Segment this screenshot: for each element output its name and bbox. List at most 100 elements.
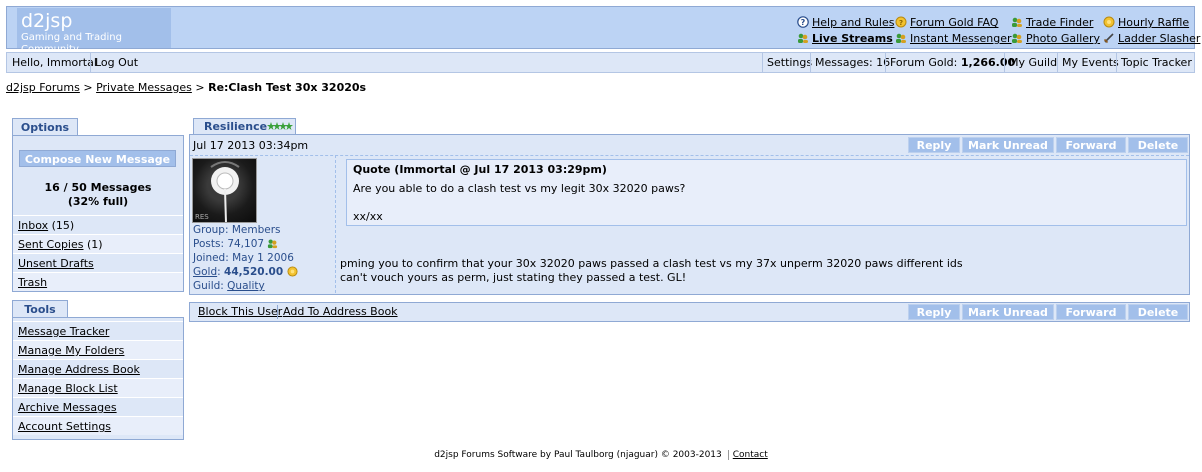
sidebar-item-inbox[interactable]: Inbox (15) (13, 215, 183, 234)
forward-button[interactable]: Forward (1056, 304, 1126, 320)
tool-label: Manage Address Book (18, 363, 140, 376)
inbox-label: Inbox (18, 219, 49, 232)
tool-label: Message Tracker (18, 325, 110, 338)
user-gold-value: 44,520.00 (224, 266, 284, 278)
photo-gallery-link[interactable]: Photo Gallery (1011, 32, 1100, 46)
mark-unread-button[interactable]: Mark Unread (962, 304, 1054, 320)
sword-icon (1103, 33, 1114, 44)
author-name: Resilience (204, 120, 268, 133)
user-guild-link[interactable]: Quality (227, 280, 265, 292)
message-panel: Jul 17 2013 03:34pm Reply Mark Unread Fo… (189, 134, 1190, 295)
users-icon (798, 33, 808, 43)
logout-link[interactable]: Log Out (90, 53, 142, 72)
trash-label: Trash (18, 276, 48, 289)
sidebar-item-manage-block-list[interactable]: Manage Block List (13, 378, 183, 397)
message-body-line: can't vouch yours as perm, just stating … (340, 271, 687, 284)
user-joined: Joined: May 1 2006 (193, 252, 294, 264)
user-guild-label: Guild: (193, 280, 228, 292)
breadcrumb-separator: > (79, 81, 97, 94)
compose-new-message-button[interactable]: Compose New Message (19, 150, 176, 167)
divider (190, 155, 1189, 156)
reply-button[interactable]: Reply (908, 304, 960, 320)
reply-button[interactable]: Reply (908, 137, 960, 153)
user-posts-text: Posts: 74,107 (193, 238, 265, 250)
message-date: Jul 17 2013 03:34pm (193, 139, 309, 152)
forum-gold-link[interactable]: Forum Gold: 1,266.00 (885, 53, 1019, 72)
sidebar-item-unsent-drafts[interactable]: Unsent Drafts (13, 253, 183, 272)
message-author-tab[interactable]: Resilience (193, 118, 296, 134)
user-guild: Guild: Quality (193, 280, 265, 292)
users-icon (896, 33, 906, 43)
page-footer: d2jsp Forums Software by Paul Taulborg (… (0, 450, 1202, 460)
trade-finder-link[interactable]: Trade Finder (1011, 16, 1093, 30)
sidebar-item-sent-copies[interactable]: Sent Copies (1) (13, 234, 183, 253)
gold-coin-icon: ? (895, 16, 907, 28)
rank-stars-icon (267, 122, 294, 130)
delete-button[interactable]: Delete (1128, 304, 1188, 320)
help-icon: ? (797, 16, 809, 28)
site-header: d2jsp Gaming and Trading Community ? Help… (6, 6, 1200, 58)
settings-link[interactable]: Settings (762, 53, 816, 72)
tab-options[interactable]: Options (12, 118, 78, 136)
user-gold: Gold: 44,520.00 (193, 266, 298, 278)
sidebar-item-message-tracker[interactable]: Message Tracker (13, 321, 183, 340)
divider (277, 305, 278, 319)
help-link[interactable]: ? Help and Rules (797, 16, 894, 30)
my-events-link[interactable]: My Events (1057, 53, 1123, 72)
forward-button[interactable]: Forward (1056, 137, 1126, 153)
sidebar-item-manage-folders[interactable]: Manage My Folders (13, 340, 183, 359)
mark-unread-button[interactable]: Mark Unread (962, 137, 1054, 153)
sidebar-item-trash[interactable]: Trash (13, 272, 183, 291)
live-streams-link[interactable]: Live Streams (797, 32, 893, 46)
avatar-label: RES (195, 213, 209, 221)
quote-block: Quote (Immortal @ Jul 17 2013 03:29pm) A… (346, 159, 1187, 226)
tool-label: Account Settings (18, 420, 112, 433)
ladder-slasher-link[interactable]: Ladder Slasher (1103, 32, 1200, 46)
sent-copies-label: Sent Copies (18, 238, 84, 251)
messages-link[interactable]: Messages: 16 (810, 53, 894, 72)
breadcrumb-home[interactable]: d2jsp Forums (6, 81, 80, 94)
gold-coin-icon[interactable] (286, 266, 298, 277)
topic-tracker-link[interactable]: Topic Tracker (1116, 53, 1196, 72)
breadcrumb-current: Re:Clash Test 30x 32020s (208, 81, 367, 94)
site-logo[interactable]: d2jsp Gaming and Trading Community (17, 8, 171, 58)
quote-header: Quote (Immortal @ Jul 17 2013 03:29pm) (353, 163, 607, 176)
user-posts: Posts: 74,107 (193, 238, 278, 250)
breadcrumb-separator: > (191, 81, 209, 94)
sidebar-item-account-settings[interactable]: Account Settings (13, 416, 183, 435)
divider (335, 155, 336, 293)
greeting: Hello, Immortal (12, 56, 97, 69)
message-footer-bar: Block This User Add To Address Book Repl… (189, 302, 1190, 322)
my-guild-link[interactable]: My Guild (1004, 53, 1061, 72)
svg-text:?: ? (899, 19, 903, 27)
breadcrumb: d2jsp Forums > Private Messages > Re:Cla… (6, 81, 366, 95)
user-bar: Hello, Immortal Log Out Settings Message… (6, 52, 1195, 73)
tab-tools[interactable]: Tools (12, 300, 68, 318)
contact-link[interactable]: Contact (727, 450, 768, 460)
tool-label: Archive Messages (18, 401, 117, 414)
instant-messenger-link[interactable]: Instant Messenger (895, 32, 1012, 46)
faq-link[interactable]: ? Forum Gold FAQ (895, 16, 998, 30)
quote-text: Are you able to do a clash test vs my le… (353, 182, 686, 195)
tool-label: Manage My Folders (18, 344, 125, 357)
gold-label-link[interactable]: Gold (193, 266, 217, 278)
unsent-drafts-label: Unsent Drafts (18, 257, 94, 270)
svg-text:?: ? (801, 18, 806, 27)
inbox-count: (15) (48, 219, 75, 232)
delete-button[interactable]: Delete (1128, 137, 1188, 153)
message-count: 16 / 50 Messages (44, 181, 152, 194)
breadcrumb-private-messages[interactable]: Private Messages (96, 81, 192, 94)
users-icon (1012, 33, 1022, 43)
users-icon (1012, 17, 1022, 27)
hourly-raffle-link[interactable]: Hourly Raffle (1103, 16, 1189, 30)
quote-text: xx/xx (353, 210, 383, 223)
sidebar-item-archive-messages[interactable]: Archive Messages (13, 397, 183, 416)
message-usage-percent: (32% full) (67, 195, 129, 208)
sidebar-item-manage-address-book[interactable]: Manage Address Book (13, 359, 183, 378)
avatar: RES (192, 158, 257, 223)
options-panel: Compose New Message 16 / 50 Messages (32… (12, 135, 184, 292)
site-title: d2jsp (21, 10, 73, 32)
block-user-link[interactable]: Block This User (198, 305, 282, 319)
message-body-line: pming you to confirm that your 30x 32020… (340, 257, 963, 270)
add-to-address-book-link[interactable]: Add To Address Book (283, 305, 398, 319)
